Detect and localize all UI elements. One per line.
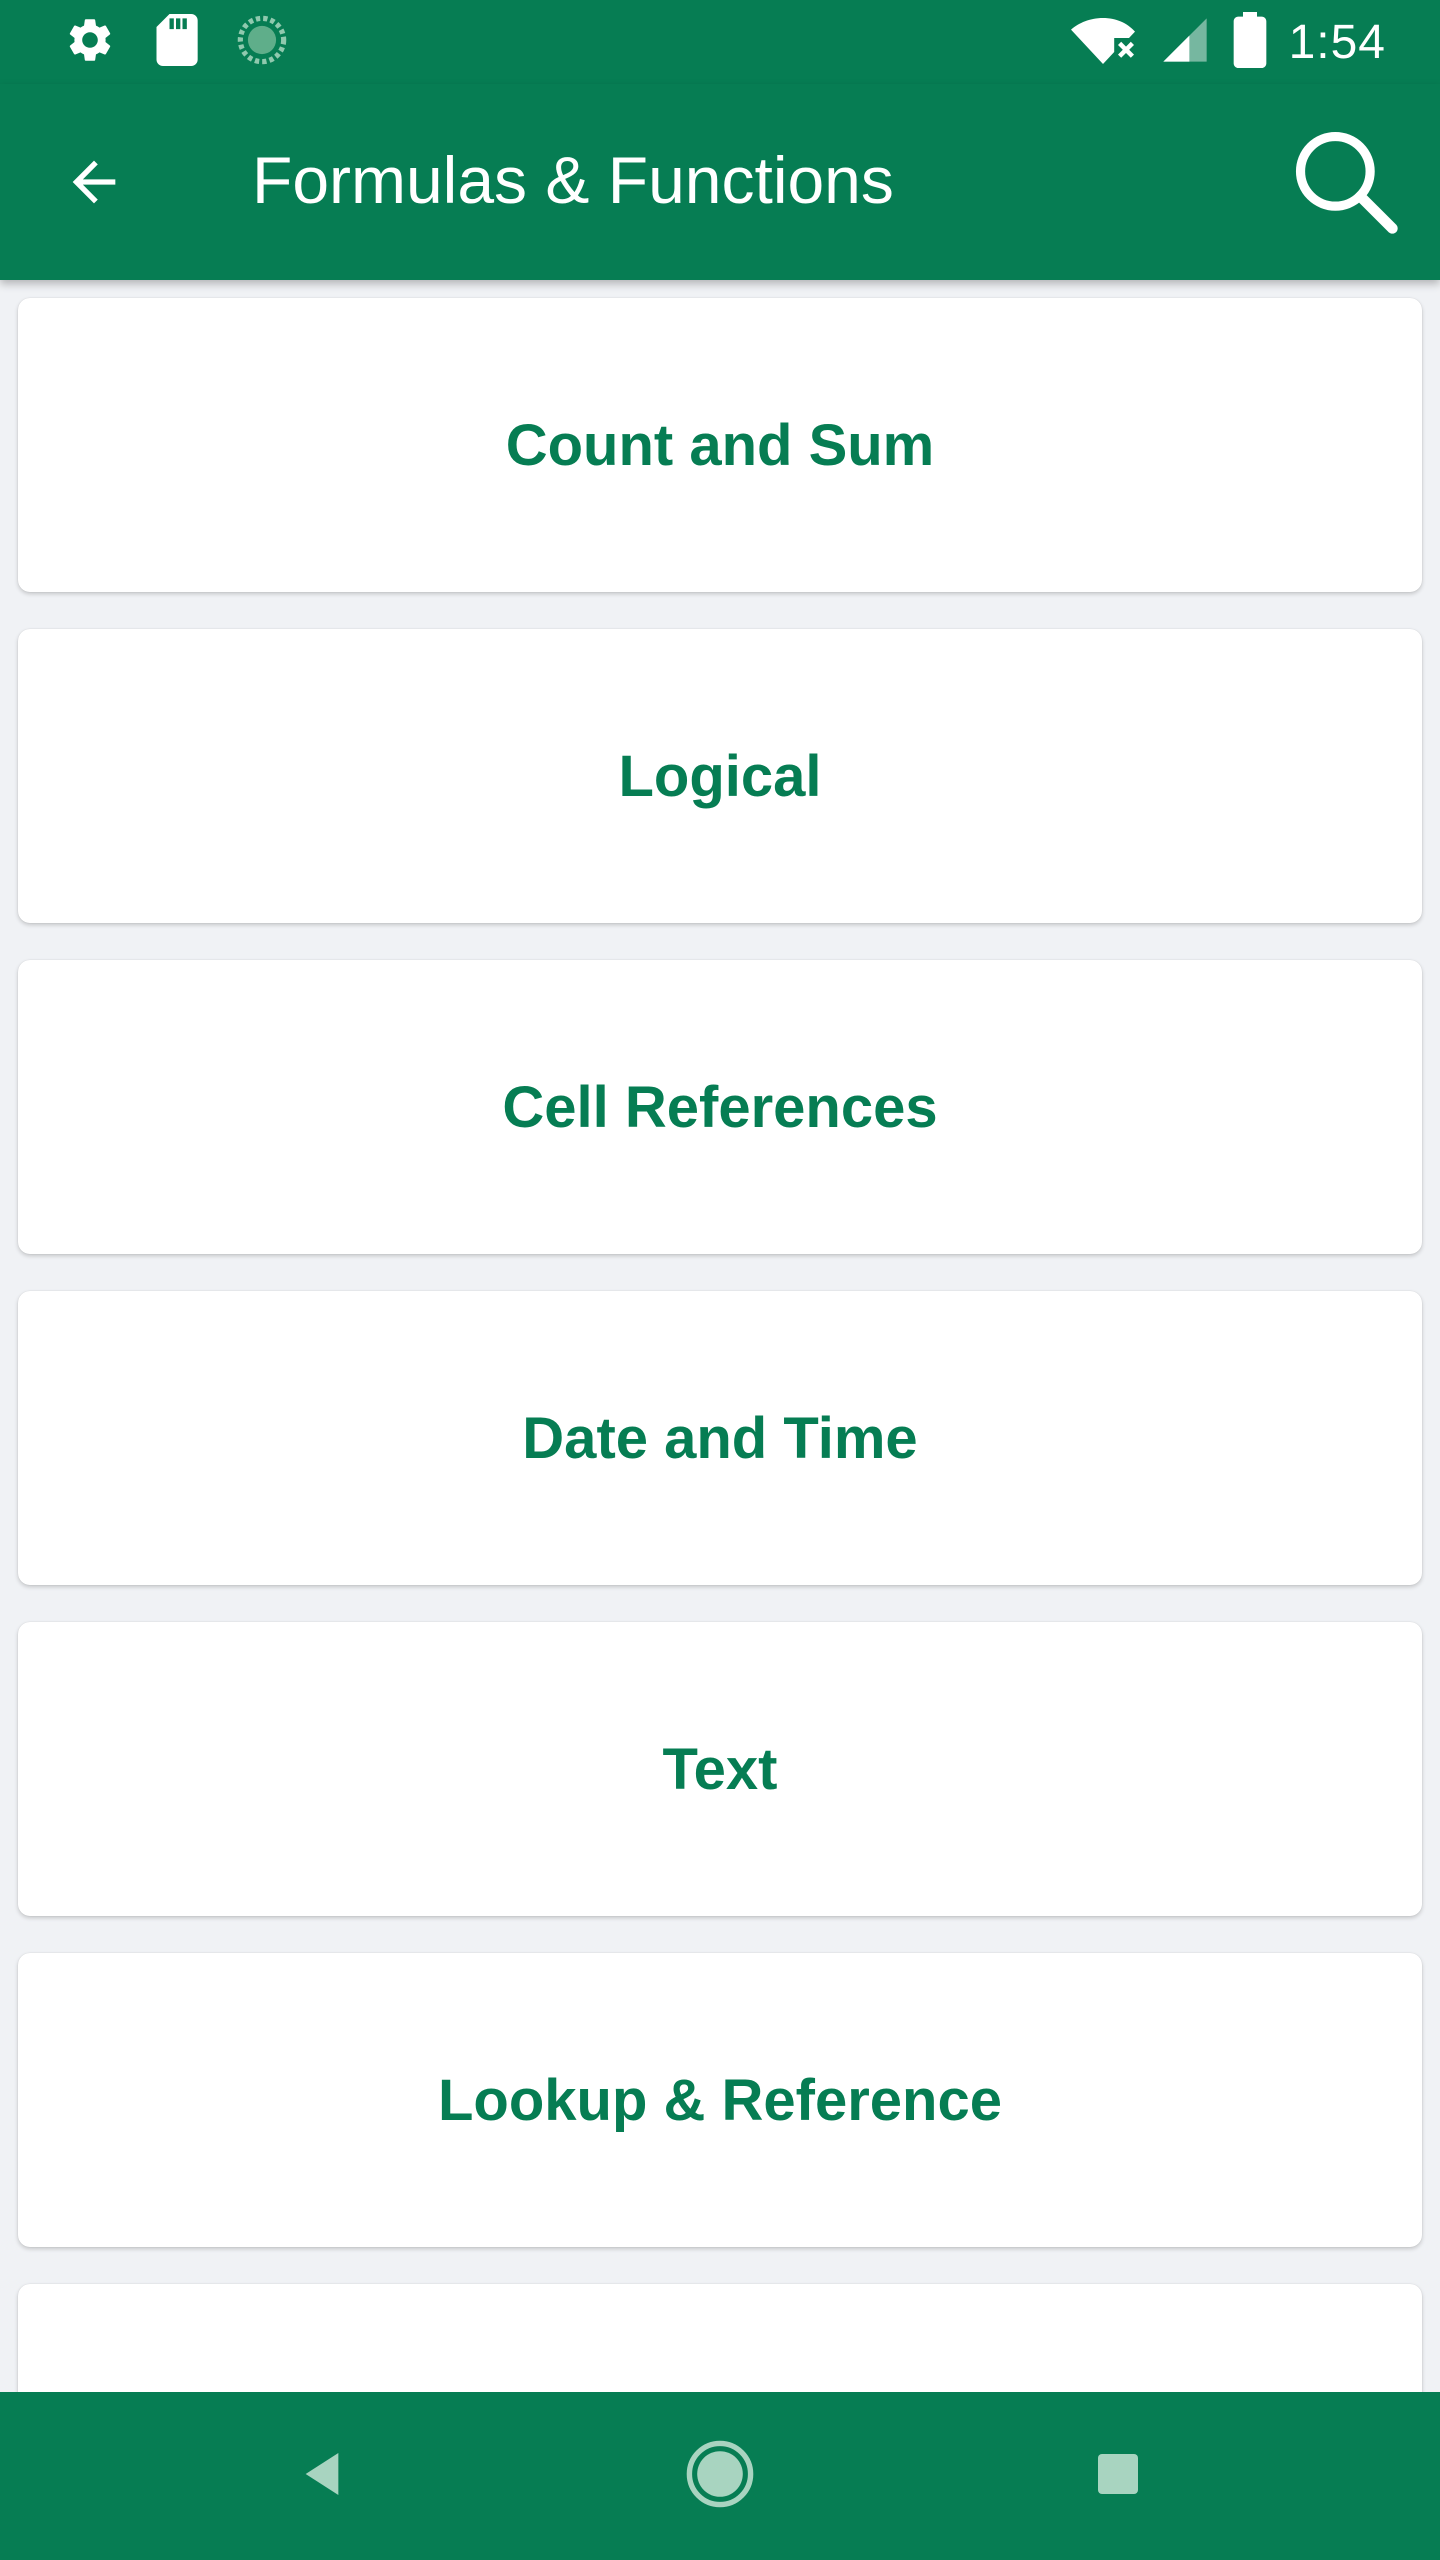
status-time: 1:54 [1288, 15, 1386, 69]
status-left-icons [64, 13, 288, 71]
category-card-count-and-sum[interactable]: Count and Sum [18, 298, 1422, 592]
category-label: Cell References [502, 1074, 938, 1140]
category-card-lookup-and-reference[interactable]: Lookup & Reference [18, 1953, 1422, 2247]
category-label: Lookup & Reference [438, 2067, 1002, 2133]
category-card-text[interactable]: Text [18, 1622, 1422, 1916]
search-icon [1287, 123, 1403, 244]
signal-icon [1159, 14, 1211, 71]
status-right-icons: 1:54 [1069, 11, 1386, 73]
category-list[interactable]: Count and Sum Logical Cell References Da… [0, 280, 1440, 2392]
sd-card-icon [154, 13, 198, 71]
system-nav-bar [0, 2392, 1440, 2560]
category-label: Text [662, 1736, 778, 1802]
nav-recents-icon [1094, 2450, 1142, 2503]
nav-back-icon [294, 2446, 350, 2507]
category-label: Date and Time [522, 1405, 918, 1471]
wifi-no-internet-icon [1069, 14, 1137, 71]
status-bar: 1:54 [0, 0, 1440, 84]
search-button[interactable] [1280, 118, 1410, 248]
category-card-date-and-time[interactable]: Date and Time [18, 1291, 1422, 1585]
category-card-partial[interactable] [18, 2284, 1422, 2392]
page-title: Formulas & Functions [252, 143, 894, 217]
back-button[interactable] [44, 134, 144, 234]
nav-home-button[interactable] [670, 2426, 770, 2526]
category-label: Count and Sum [505, 412, 935, 478]
category-label: Logical [618, 743, 822, 809]
battery-icon [1233, 11, 1267, 73]
nav-back-button[interactable] [272, 2426, 372, 2526]
settings-icon [64, 14, 116, 71]
category-card-logical[interactable]: Logical [18, 629, 1422, 923]
app-bar: Formulas & Functions [0, 84, 1440, 280]
arrow-back-icon [62, 150, 126, 219]
sync-icon [236, 14, 288, 71]
nav-home-icon [684, 2438, 756, 2515]
nav-recents-button[interactable] [1068, 2426, 1168, 2526]
category-card-cell-references[interactable]: Cell References [18, 960, 1422, 1254]
